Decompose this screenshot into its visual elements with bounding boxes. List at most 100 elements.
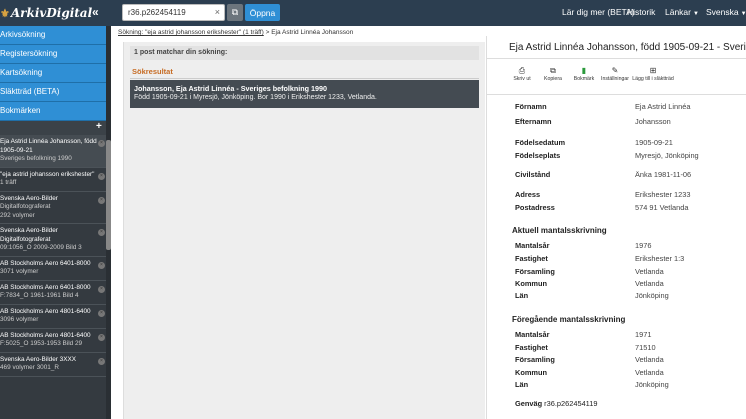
field-value: 1976: [635, 241, 652, 250]
history-item-subtitle: 3096 volymer: [0, 316, 39, 323]
breadcrumb-current: Eja Astrid Linnéa Johansson: [271, 29, 354, 36]
bookmark-button[interactable]: ▮ Bokmärk: [569, 66, 599, 82]
breadcrumb-separator: >: [265, 29, 270, 36]
field-value: Änka 1981-11-06: [635, 170, 692, 179]
history-item-subtitle: Sveriges befolkning 1990: [0, 155, 72, 162]
print-button[interactable]: ⎙ Skriv ut: [507, 66, 537, 82]
printer-icon: ⎙: [518, 66, 526, 75]
shortcut-label: Genväg: [515, 399, 543, 408]
previous-census-heading: Föregående mantalsskrivning: [512, 315, 626, 324]
history-item-title: AB Stockholms Aero 6401-8000: [0, 259, 91, 267]
field-value: 1971: [635, 330, 652, 339]
remove-history-icon[interactable]: ×: [98, 229, 105, 236]
result-description: Född 1905-09-21 i Myresjö, Jönköping. Bo…: [134, 94, 377, 101]
field-label: Kommun: [515, 368, 548, 377]
history-item-title: Digitalfotograferat: [0, 235, 51, 243]
search-input-value: r36.p262454119: [128, 8, 186, 17]
field-label: Län: [515, 291, 529, 300]
sidebar: Arkivsökning Registersökning Kartsökning…: [0, 26, 111, 419]
history-item[interactable]: AB Stockholms Aero 6401-8000 3071 volymer…: [0, 257, 111, 281]
result-title: Johansson, Eja Astrid Linnéa - Sveriges …: [134, 84, 328, 93]
field-label: Födelsedatum: [515, 138, 566, 147]
sidebar-item-archive-search[interactable]: Arkivsökning: [0, 26, 111, 45]
field-value: Erikshester 1233: [635, 190, 691, 199]
history-item-subtitle: 469 volymer 3001_R: [0, 364, 59, 371]
field-value: Vetlanda: [635, 267, 664, 276]
field-label: Födelseplats: [515, 151, 561, 160]
shortcut: Genväg r36.p262454119: [515, 399, 597, 408]
sidebar-item-bookmarks[interactable]: Bokmärken: [0, 102, 111, 121]
field-label: Församling: [515, 267, 555, 276]
add-to-tree-button[interactable]: ⊞ Lägg till i släktträd: [631, 66, 675, 82]
detail-toolbar: ⎙ Skriv ut ⧉ Kopiera ▮ Bokmärk ✎ Inställning…: [507, 66, 675, 82]
history-item[interactable]: "eja astrid johansson erikshester" 1 träf…: [0, 168, 111, 192]
remove-history-icon[interactable]: ×: [98, 285, 105, 293]
history-item-title: AB Stockholms Aero 4801-6400: [0, 307, 91, 315]
shortcut-value[interactable]: r36.p262454119: [544, 399, 597, 408]
field-label: Civilstånd: [515, 170, 551, 179]
history-item[interactable]: AB Stockholms Aero 4801-6400 F:5025_O 195…: [0, 329, 111, 353]
copy-record-button[interactable]: ⧉ Kopiera: [538, 66, 568, 82]
chevron-down-icon: ▼: [693, 11, 699, 17]
history-item-subtitle: F:5025_O 1953-1953 Bild 29: [0, 340, 83, 347]
field-value: 574 91 Vetlanda: [635, 203, 689, 212]
remove-history-icon[interactable]: ×: [98, 261, 105, 269]
logo-text: ArkivDigital: [10, 6, 93, 20]
field-value: Jönköping: [635, 291, 669, 300]
history-item-subtitle: 09:1056_O 2009-2009 Bild 3: [0, 244, 82, 251]
sidebar-item-register-search[interactable]: Registersökning: [0, 45, 111, 64]
field-label: Församling: [515, 355, 555, 364]
nav-language[interactable]: Svenska ▼: [706, 7, 746, 17]
nav-links[interactable]: Länkar ▼: [665, 7, 699, 17]
sidebar-scrollbar-thumb[interactable]: [106, 140, 111, 250]
field-value: 71510: [635, 343, 656, 352]
history-item-title: AB Stockholms Aero 4801-6400: [0, 331, 91, 339]
field-label: Efternamn: [515, 117, 552, 126]
history-item-title: AB Stockholms Aero 6401-8000: [0, 283, 91, 291]
history-item-title: 1905-09-21: [0, 146, 33, 154]
open-button[interactable]: Öppna: [245, 4, 280, 21]
clear-search-icon[interactable]: ×: [215, 5, 220, 20]
history-item[interactable]: AB Stockholms Aero 6401-8000 F:7834_O 196…: [0, 281, 111, 305]
remove-history-icon[interactable]: ×: [98, 333, 105, 341]
history-item-title: Svenska Aero-Bilder: [0, 227, 58, 234]
history-item[interactable]: Svenska Aero-Bilder 3XXX 469 volymer 3001…: [0, 353, 111, 377]
field-value: Eja Astrid Linnéa: [635, 102, 691, 111]
remove-history-icon[interactable]: ×: [98, 172, 105, 180]
field-label: Län: [515, 380, 529, 389]
history-item-subtitle: F:7834_O 1961-1961 Bild 4: [0, 292, 79, 299]
nav-history[interactable]: Historik: [627, 7, 655, 17]
history-item[interactable]: Eja Astrid Linnéa Johansson, född 1905-09…: [0, 135, 111, 168]
current-census-heading: Aktuell mantalsskrivning: [512, 226, 607, 235]
history-item-subtitle: 292 volymer: [0, 211, 35, 219]
results-panel: 1 post matchar din sökning: Sökresultat …: [123, 42, 485, 419]
logo-mark-icon: ⚜: [0, 6, 10, 20]
copy-button[interactable]: ⧉: [227, 4, 243, 21]
sidebar-item-map-search[interactable]: Kartsökning: [0, 64, 111, 83]
remove-history-icon[interactable]: ×: [98, 357, 105, 365]
history-item-title: Svenska Aero-Bilder 3XXX: [0, 355, 77, 363]
wrench-icon: ✎: [611, 66, 619, 75]
breadcrumb-search-link[interactable]: Sökning: "eja astrid johansson erikshest…: [118, 29, 264, 36]
nav-learn-more[interactable]: Lär dig mer (BETA): [562, 7, 635, 17]
field-label: Postadress: [515, 203, 555, 212]
collapse-sidebar-button[interactable]: «: [92, 5, 99, 19]
history-item[interactable]: Svenska Aero-Bilder Digitalfotograferat 29…: [0, 192, 111, 224]
history-item[interactable]: Svenska Aero-Bilder Digitalfotograferat 09…: [0, 224, 111, 257]
divider: [487, 58, 746, 59]
history-item-title: Svenska Aero-Bilder: [0, 194, 58, 202]
sidebar-item-family-tree[interactable]: Släktträd (BETA): [0, 83, 111, 102]
search-input[interactable]: r36.p262454119 ×: [122, 4, 225, 21]
history-item[interactable]: AB Stockholms Aero 4801-6400 3096 volymer…: [0, 305, 111, 329]
settings-button[interactable]: ✎ Inställningar: [600, 66, 630, 82]
remove-history-icon[interactable]: ×: [98, 140, 105, 147]
logo[interactable]: ⚜ ArkivDigital: [0, 4, 92, 22]
result-item[interactable]: Johansson, Eja Astrid Linnéa - Sveriges …: [130, 80, 479, 108]
remove-history-icon[interactable]: ×: [98, 309, 105, 317]
history-item-subtitle: 3071 volymer: [0, 268, 39, 275]
bookmark-icon: ▮: [581, 66, 587, 75]
field-value: Myresjö, Jönköping: [635, 151, 699, 160]
add-history-icon[interactable]: +: [96, 121, 102, 132]
remove-history-icon[interactable]: ×: [98, 196, 105, 204]
history-item-title: Eja Astrid Linnéa Johansson, född: [0, 138, 97, 145]
